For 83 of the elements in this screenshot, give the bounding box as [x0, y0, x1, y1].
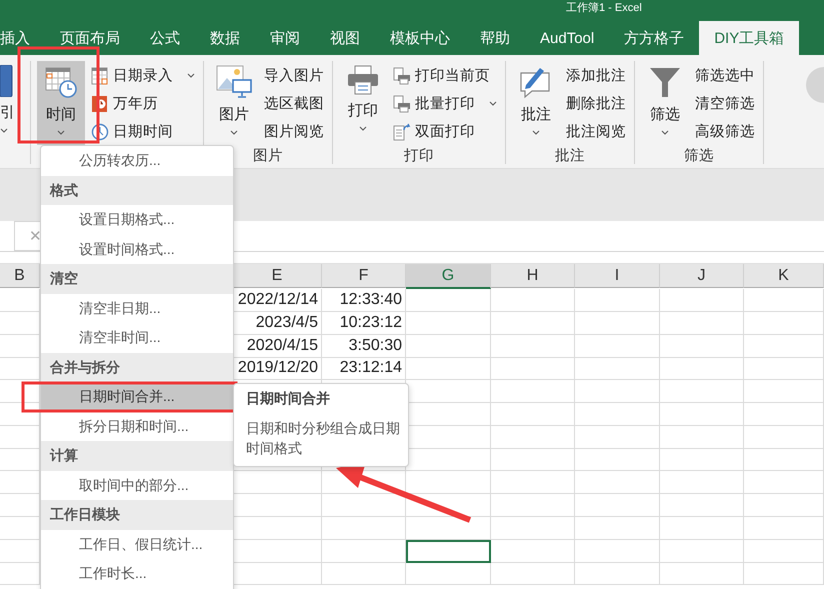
menu-section-header: 合并与拆分 — [41, 352, 233, 382]
ribbon-button[interactable]: 时间 — [37, 61, 85, 145]
tooltip-title: 日期时间合并 — [246, 390, 331, 408]
ribbon-button[interactable]: 清空筛选 — [693, 91, 757, 116]
ribbon-button[interactable]: 双面打印 — [391, 119, 499, 144]
column-header[interactable]: K — [744, 264, 824, 288]
table-cell: 23:12:14 — [322, 357, 406, 380]
column-header[interactable]: I — [575, 264, 660, 288]
ribbon-button[interactable]: 批量打印 — [391, 91, 499, 116]
ribbon-button[interactable]: 添加批注 — [564, 63, 628, 88]
funnel-icon — [648, 65, 682, 99]
ribbon-tab[interactable]: 公式 — [135, 21, 195, 55]
caret-icon — [532, 130, 540, 135]
printer-icon — [393, 66, 411, 84]
picture-icon — [216, 65, 252, 99]
ribbon-button[interactable]: 筛选 — [641, 61, 689, 145]
ribbon-button[interactable]: 批注 — [512, 61, 560, 145]
ribbon-tab[interactable]: 审阅 — [255, 21, 315, 55]
group-label: 筛选 — [684, 147, 714, 164]
ribbon-button[interactable]: 图片 — [210, 61, 258, 145]
ribbon-button[interactable]: 日期时间 — [89, 119, 197, 144]
column-header[interactable]: H — [491, 264, 575, 288]
ribbon-tab[interactable]: 数据 — [195, 21, 255, 55]
column-header[interactable]: B — [0, 264, 40, 288]
menu-item[interactable]: 公历转农历... — [41, 146, 233, 176]
menu-section-header: 工作日模块 — [41, 500, 233, 530]
menu-section-header: 计算 — [41, 441, 233, 470]
duplex-page-icon — [393, 122, 411, 140]
tooltip-text: 日期和时分秒组合成日期时间格式 — [246, 419, 401, 458]
menu-item[interactable]: 设置日期格式... — [41, 205, 233, 234]
ribbon-tab[interactable]: 方方格子 — [609, 21, 700, 55]
calendar-clock-icon — [44, 65, 78, 99]
active-cell[interactable] — [406, 540, 491, 563]
printer-icon — [393, 94, 411, 112]
ribbon-button[interactable]: 打印当前页 — [391, 63, 499, 88]
menu-item[interactable]: 清空非时间... — [41, 323, 233, 352]
caret-icon — [661, 130, 669, 135]
ribbon-button[interactable]: 批注阅览 — [564, 119, 628, 144]
caret-icon — [359, 126, 367, 131]
menu-section-header: 格式 — [41, 176, 233, 205]
window-title: 工作簿1 - Excel — [566, 1, 642, 15]
panel-icon — [0, 65, 14, 97]
group-label: 图片 — [253, 147, 283, 164]
group-label: 打印 — [404, 147, 434, 164]
menu-item[interactable]: 拆分日期和时间... — [41, 412, 233, 441]
ribbon-button[interactable]: 引 — [0, 61, 24, 145]
menu-item[interactable]: 清空非日期... — [41, 294, 233, 323]
ribbon-button[interactable]: 万年历 — [89, 91, 197, 116]
table-cell: 12:33:40 — [322, 289, 406, 312]
printer-icon — [346, 65, 380, 95]
column-header[interactable]: F — [322, 264, 406, 288]
ribbon-button[interactable]: 日期录入 — [89, 63, 197, 88]
table-cell: 3:50:30 — [322, 334, 406, 358]
menu-item[interactable]: 工作日、假日统计... — [41, 530, 233, 559]
group-label: 批注 — [555, 147, 585, 164]
ribbon-button[interactable]: 图片阅览 — [262, 119, 326, 144]
caret-icon — [57, 130, 65, 135]
ribbon-tab[interactable]: DIY工具箱 — [699, 21, 800, 55]
caret-icon — [187, 73, 195, 78]
ribbon-button[interactable]: 导入图片 — [262, 63, 326, 88]
ribbon-button[interactable]: 高级筛选 — [693, 119, 757, 144]
ribbon-tab[interactable]: 视图 — [315, 21, 375, 55]
ribbon-tab[interactable]: 插入 — [0, 21, 45, 55]
caret-icon — [230, 130, 238, 135]
clock-icon — [91, 122, 109, 140]
menu-section-header: 清空 — [41, 264, 233, 294]
ribbon-tab[interactable]: 页面布局 — [45, 21, 135, 55]
table-cell: 10:23:12 — [322, 312, 406, 335]
menu-item[interactable]: 设置时间格式... — [41, 234, 233, 264]
caret-icon — [489, 101, 497, 106]
column-header[interactable]: G — [406, 264, 491, 289]
ribbon-button[interactable]: 删除批注 — [564, 91, 628, 116]
caret-icon — [0, 128, 8, 133]
ribbon-tab[interactable]: 模板中心 — [375, 21, 465, 55]
menu-item[interactable]: 取时间中的部分... — [41, 470, 233, 500]
ribbon-button[interactable]: 选区截图 — [262, 91, 326, 116]
ribbon-tab[interactable]: 帮助 — [465, 21, 525, 55]
ribbon-button[interactable]: 筛选选中 — [693, 63, 757, 88]
column-header[interactable]: J — [660, 264, 744, 288]
ribbon-button[interactable]: 打印 — [339, 61, 387, 145]
ribbon-tab[interactable]: AudTool — [525, 21, 610, 55]
menu-item[interactable]: 工作时长... — [41, 559, 233, 588]
column-header[interactable]: E — [233, 264, 322, 288]
